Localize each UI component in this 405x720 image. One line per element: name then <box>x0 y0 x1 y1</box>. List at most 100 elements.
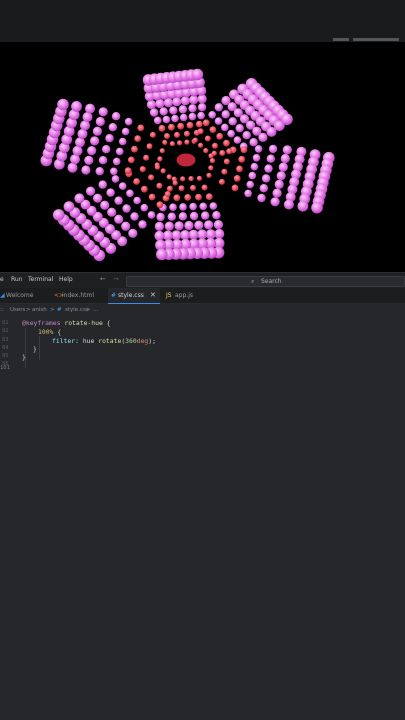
petal-dot <box>156 212 165 222</box>
petal-dot <box>149 108 159 117</box>
petal-dot <box>221 168 228 175</box>
petal-dot <box>197 94 207 104</box>
petal-dot <box>108 123 118 132</box>
petal-dot <box>188 176 194 182</box>
petal-dot <box>270 197 280 207</box>
breadcrumb-sep: > <box>86 307 91 313</box>
flower-animation <box>40 68 335 262</box>
petal-dot <box>242 131 251 140</box>
petal-dot <box>184 194 192 201</box>
petal-dot <box>221 123 229 132</box>
petal-dot <box>131 145 138 153</box>
petal-dot <box>214 117 223 125</box>
petal-dot <box>154 164 160 170</box>
petal-dot <box>154 230 165 241</box>
petal-dot <box>238 155 246 163</box>
petal-dot <box>167 212 176 221</box>
petal-dot <box>221 110 230 119</box>
petal-dot <box>164 133 170 139</box>
petal-dot <box>189 95 199 105</box>
menu-help[interactable]: Help <box>59 276 73 283</box>
petal-dot <box>197 111 205 120</box>
petal-dot <box>209 126 217 133</box>
petal-dot <box>81 165 91 175</box>
petal-dot <box>179 113 188 122</box>
petal-dot <box>121 127 130 136</box>
petal-dot <box>77 128 88 139</box>
petal-dot <box>206 172 212 178</box>
petal-dot <box>126 189 134 198</box>
search-icon: ⌕ <box>251 278 255 285</box>
petal-dot <box>254 145 263 153</box>
code-editor[interactable]: 81 82 83 84 85 86 101 @keyframes rotate-… <box>0 316 405 720</box>
petal-dot <box>233 175 241 182</box>
breadcrumb-anish[interactable]: anish <box>32 307 47 313</box>
petal-dot <box>233 136 242 144</box>
petal-dot <box>156 248 168 261</box>
petal-dot <box>219 150 226 156</box>
petal-dot <box>278 162 288 172</box>
petal-dot <box>80 120 90 131</box>
petal-dot <box>52 209 65 221</box>
breadcrumb-sep: :: <box>0 307 4 313</box>
preview-canvas <box>0 42 405 272</box>
petal-dot <box>283 199 294 210</box>
petal-dot <box>216 132 224 140</box>
petal-dot <box>156 182 163 189</box>
petal-dot <box>121 221 131 231</box>
petal-dot <box>82 112 93 122</box>
petal-dot <box>169 141 175 147</box>
petal-dot <box>128 228 138 238</box>
petal-dot <box>127 156 135 164</box>
petal-dot <box>198 142 204 148</box>
petal-dot <box>178 212 188 221</box>
close-icon[interactable]: ✕ <box>150 291 156 299</box>
petal-dot <box>178 105 188 114</box>
petal-dot <box>259 184 268 193</box>
petal-dot <box>110 167 118 176</box>
petal-dot <box>139 166 146 173</box>
petal-dot <box>115 147 124 156</box>
petal-dot <box>211 150 217 156</box>
back-arrow-icon[interactable]: ← <box>100 275 106 283</box>
petal-dot <box>205 229 216 240</box>
code-line-close-inner: } <box>33 345 37 353</box>
petal-dot <box>157 156 163 162</box>
menu-terminal[interactable]: Terminal <box>28 276 53 283</box>
petal-dot <box>240 146 248 154</box>
petal-dot <box>162 115 171 124</box>
petal-dot <box>111 112 121 121</box>
line-number: 101 <box>0 365 10 371</box>
petal-dot <box>197 128 204 135</box>
petal-dot <box>188 229 199 240</box>
forward-arrow-icon[interactable]: → <box>113 275 119 283</box>
petal-dot <box>102 145 111 154</box>
menu-run[interactable]: Run <box>11 276 23 283</box>
petal-dot <box>72 145 83 156</box>
tab-style-css[interactable]: # style.css ✕ <box>108 288 160 304</box>
petal-dot <box>174 221 184 231</box>
line-number: 81 <box>2 320 9 326</box>
petal-dot <box>133 178 141 185</box>
petal-dot <box>188 104 197 113</box>
line-number: 82 <box>2 328 9 334</box>
tab-app-js[interactable]: JS app.js <box>161 288 211 304</box>
window-control[interactable] <box>353 38 399 41</box>
breadcrumb-users[interactable]: Users <box>10 307 25 313</box>
menu-edge[interactable]: e <box>0 276 4 283</box>
command-search[interactable]: ⌕ Search <box>126 276 405 287</box>
petal-dot <box>143 154 150 161</box>
top-bar <box>0 0 405 42</box>
breadcrumb-more[interactable]: ... <box>93 307 98 313</box>
petal-dot <box>169 106 178 115</box>
petal-dot <box>212 211 221 220</box>
petal-dot <box>85 103 95 114</box>
petal-dot <box>183 130 190 137</box>
petal-dot <box>118 137 127 146</box>
tab-welcome[interactable]: ◢ Welcome <box>0 288 50 304</box>
window-control[interactable] <box>333 38 349 41</box>
flower-center <box>173 150 199 170</box>
tab-index-html[interactable]: <> index.html <box>51 288 107 304</box>
petal-dot <box>201 184 208 191</box>
petal-dot <box>204 220 214 230</box>
